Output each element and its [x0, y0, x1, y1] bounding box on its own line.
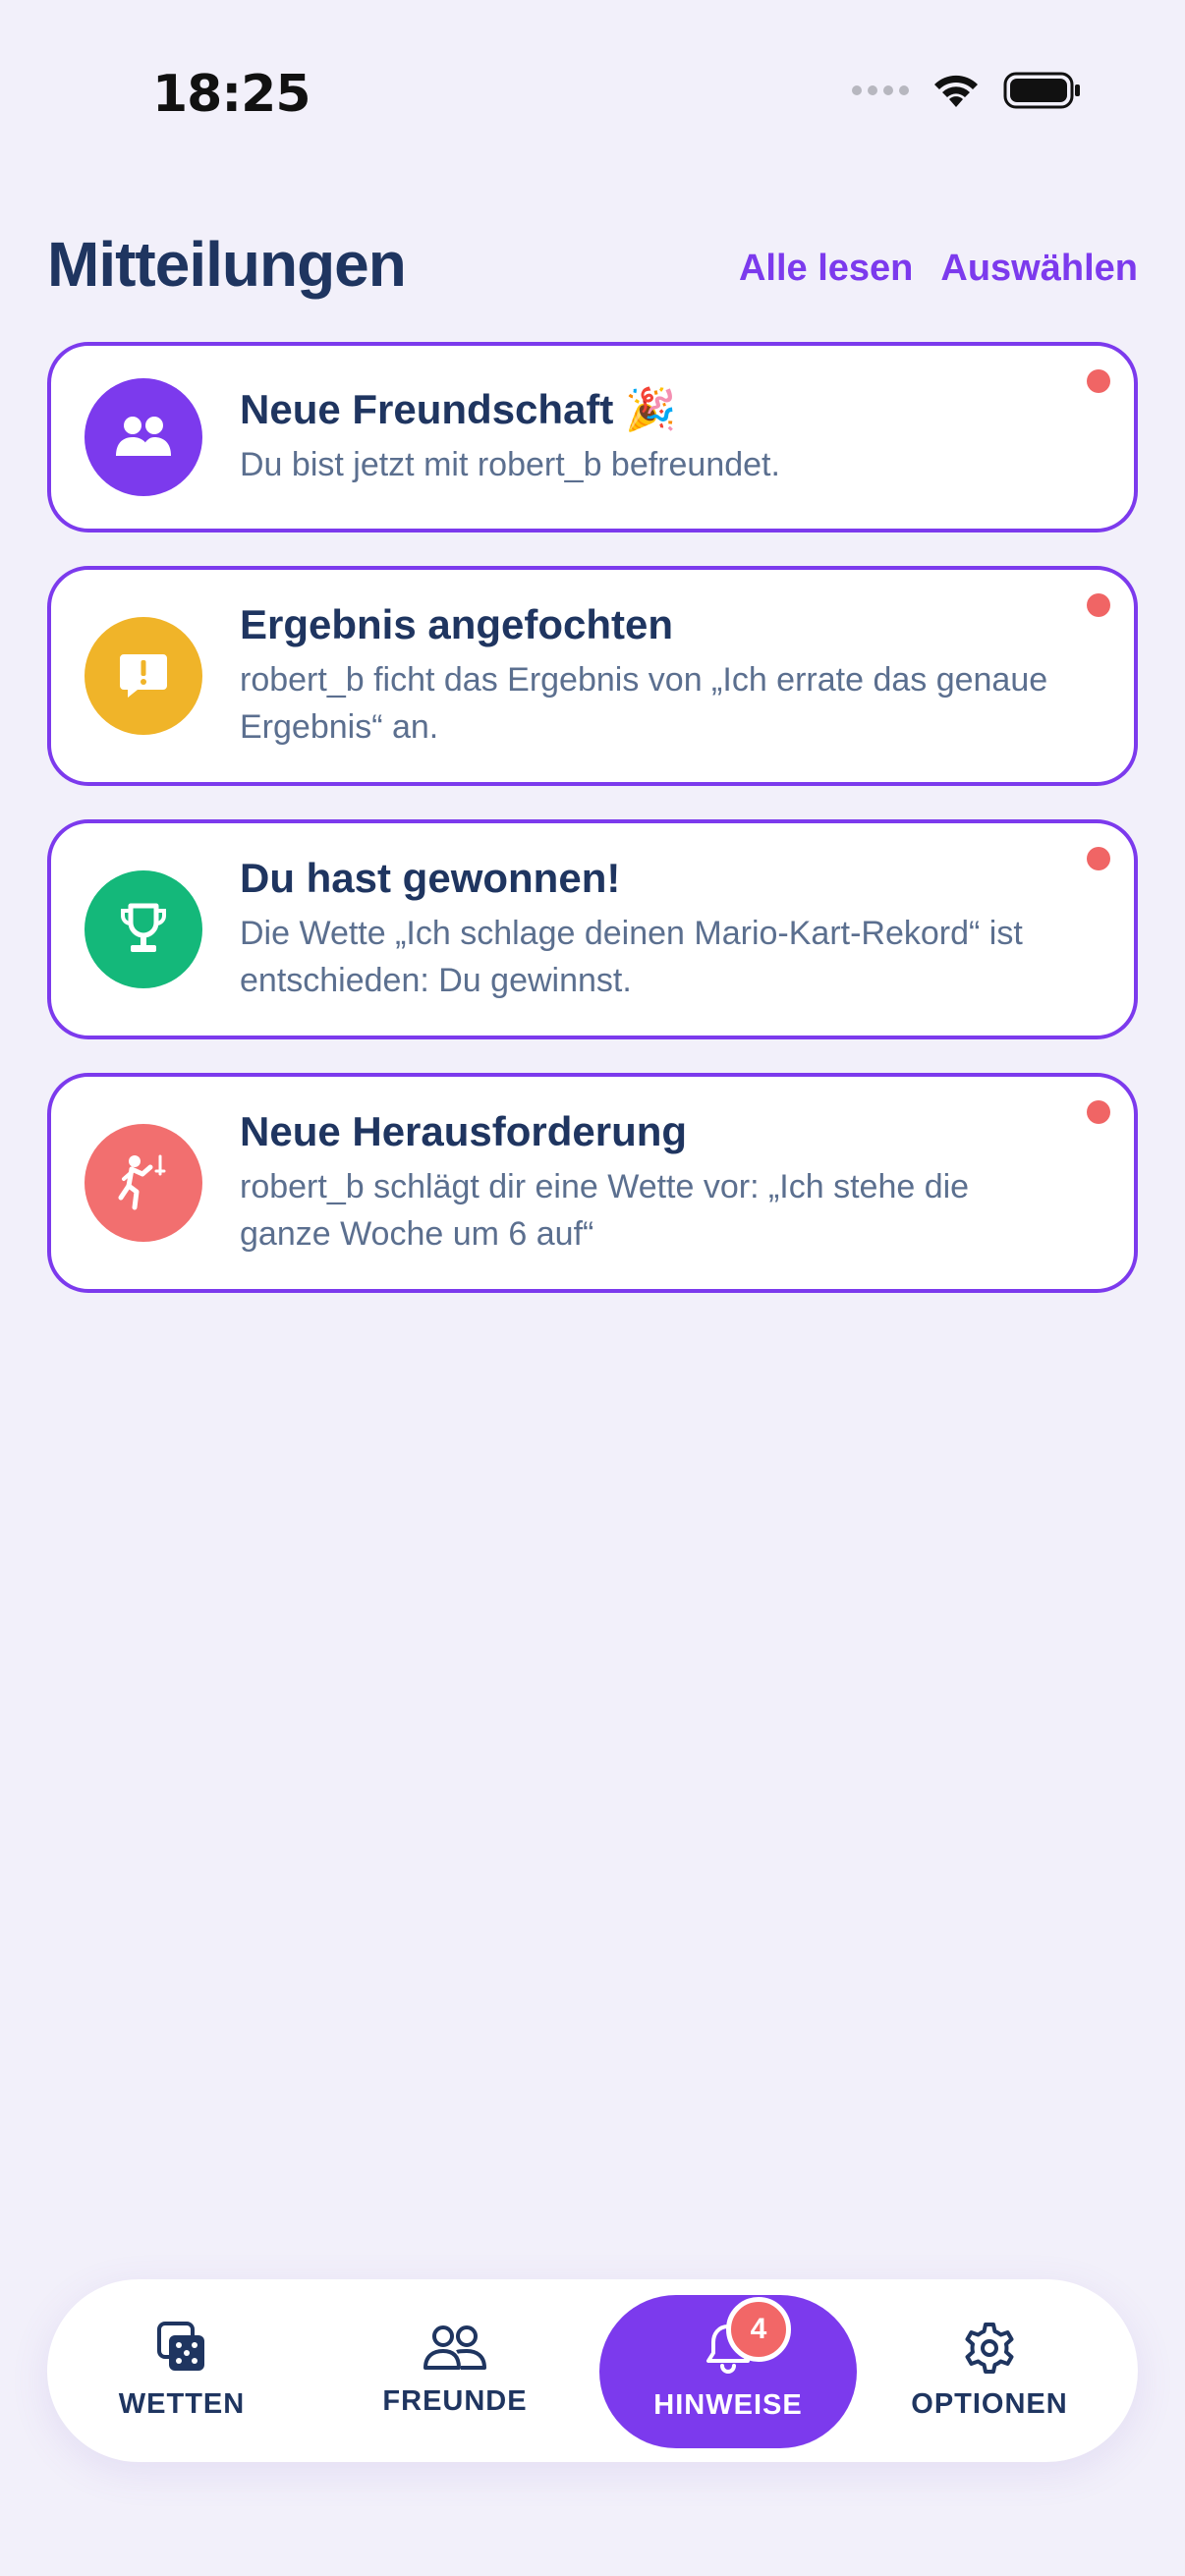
status-icons [852, 71, 1082, 110]
notification-title: Ergebnis angefochten [240, 600, 674, 647]
tab-wetten[interactable]: WETTEN [74, 2279, 290, 2462]
notification-icon-badge [85, 1124, 202, 1242]
tab-label: OPTIONEN [911, 2387, 1068, 2420]
notification-card[interactable]: Neue Freundschaft 🎉 Du bist jetzt mit ro… [47, 342, 1138, 532]
read-all-button[interactable]: Alle lesen [739, 248, 913, 290]
fencing-icon [118, 1154, 166, 1210]
notification-card[interactable]: Neue Herausforderung robert_b schlägt di… [47, 1073, 1138, 1293]
tab-label: WETTEN [118, 2387, 246, 2420]
notification-title: Neue Herausforderung [240, 1107, 688, 1154]
tab-hinweise[interactable]: HINWEISE 4 [599, 2295, 857, 2448]
notification-count-badge: 4 [726, 2297, 791, 2362]
unread-indicator [1087, 369, 1110, 393]
notification-body: robert_b ficht das Ergebnis von „Ich err… [240, 660, 1048, 747]
tab-label: HINWEISE [653, 2388, 803, 2421]
trophy-icon [121, 903, 166, 952]
tab-optionen[interactable]: OPTIONEN [881, 2279, 1098, 2462]
wifi-icon [934, 75, 978, 107]
notification-title: Du hast gewonnen! [240, 854, 621, 901]
page-title: Mitteilungen [47, 229, 407, 300]
notifications-screen: 18:25 Mitteilungen Alle lesen Auswählen [0, 0, 1185, 2576]
signal-icon [852, 85, 909, 95]
notification-body: Du bist jetzt mit robert_b befreundet. [240, 446, 780, 484]
notification-text: Du hast gewonnen! Die Wette „Ich schlage… [240, 855, 1055, 1005]
bottom-tab-bar: WETTEN FREUNDE HINWEISE 4 OPTIONEN [47, 2279, 1138, 2462]
notification-icon-badge [85, 870, 202, 988]
notification-icon-badge [85, 378, 202, 496]
notification-body: robert_b schlägt dir eine Wette vor: „Ic… [240, 1167, 970, 1254]
notification-card[interactable]: Du hast gewonnen! Die Wette „Ich schlage… [47, 819, 1138, 1039]
friends-icon [116, 417, 171, 456]
notification-text: Neue Freundschaft 🎉 Du bist jetzt mit ro… [240, 386, 1055, 489]
notification-body: Die Wette „Ich schlage deinen Mario-Kart… [240, 914, 1023, 1000]
friends-outline-icon [423, 2324, 486, 2370]
header-actions: Alle lesen Auswählen [739, 248, 1138, 290]
unread-indicator [1087, 1100, 1110, 1124]
notification-title: Neue Freundschaft 🎉 [240, 385, 677, 432]
alert-message-icon [120, 654, 167, 698]
gear-icon [965, 2322, 1014, 2374]
notification-text: Neue Herausforderung robert_b schlägt di… [240, 1108, 1055, 1259]
notification-icon-badge [85, 617, 202, 735]
notification-card[interactable]: Ergebnis angefochten robert_b ficht das … [47, 566, 1138, 786]
battery-icon [1003, 72, 1080, 109]
notification-list: Neue Freundschaft 🎉 Du bist jetzt mit ro… [47, 342, 1138, 1326]
unread-indicator [1087, 847, 1110, 870]
unread-indicator [1087, 593, 1110, 617]
tab-label: FREUNDE [382, 2384, 528, 2417]
notification-text: Ergebnis angefochten robert_b ficht das … [240, 601, 1055, 752]
select-button[interactable]: Auswählen [940, 248, 1138, 290]
status-time: 18:25 [152, 65, 311, 124]
tab-freunde[interactable]: FREUNDE [347, 2279, 563, 2462]
dice-icon [157, 2321, 204, 2371]
